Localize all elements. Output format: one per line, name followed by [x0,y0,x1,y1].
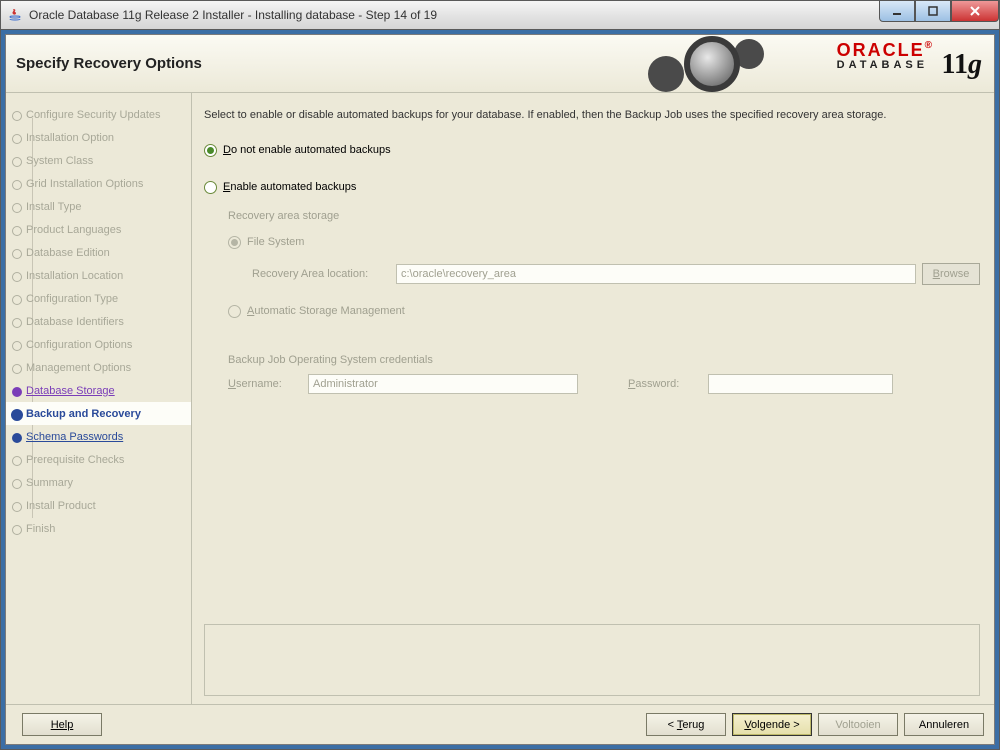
page-title: Specify Recovery Options [16,55,202,72]
sidebar-step-database-storage[interactable]: Database Storage [6,379,191,402]
sidebar-step-schema-passwords[interactable]: Schema Passwords [6,425,191,448]
sidebar-step-install-type: Install Type [6,195,191,218]
next-button[interactable]: Volgende > [732,713,812,736]
intro-text: Select to enable or disable automated ba… [204,107,980,124]
sidebar-step-backup-and-recovery: Backup and Recovery [6,402,191,425]
window-controls [879,1,999,29]
maximize-button[interactable] [915,0,951,22]
sidebar-step-prerequisite-checks: Prerequisite Checks [6,448,191,471]
radio-icon [228,305,241,318]
radio-enable-backups[interactable]: Enable automated backups [204,181,980,194]
window-title: Oracle Database 11g Release 2 Installer … [29,8,879,22]
section-credentials: Backup Job Operating System credentials [228,354,980,366]
password-label: Password: [628,378,698,390]
java-icon [7,7,23,23]
gears-graphic [656,35,764,93]
radio-icon [204,181,217,194]
version-11g: 11g [942,49,982,81]
radio-asm: Automatic Storage Management [228,305,980,318]
section-recovery-storage: Recovery area storage [228,210,980,222]
sidebar-step-configure-security-updates: Configure Security Updates [6,103,191,126]
password-input [708,374,893,394]
recovery-location-input [396,264,916,284]
help-button[interactable]: Help [22,713,102,736]
sidebar-step-system-class: System Class [6,149,191,172]
sidebar-step-grid-installation-options: Grid Installation Options [6,172,191,195]
recovery-location-row: Recovery Area location: Browse [252,263,980,285]
sidebar-step-database-identifiers: Database Identifiers [6,310,191,333]
recovery-location-label: Recovery Area location: [252,268,396,280]
wizard-header: Specify Recovery Options ORACLE® DATABAS… [6,35,994,93]
radio-icon [228,236,241,249]
finish-button: Voltooien [818,713,898,736]
radio-icon [204,144,217,157]
cancel-button[interactable]: Annuleren [904,713,984,736]
sidebar-step-management-options: Management Options [6,356,191,379]
sidebar-step-installation-option: Installation Option [6,126,191,149]
sidebar-step-finish: Finish [6,517,191,540]
close-button[interactable] [951,0,999,22]
sidebar-step-summary: Summary [6,471,191,494]
oracle-logo: ORACLE® DATABASE [837,40,934,71]
sidebar-step-install-product: Install Product [6,494,191,517]
step-sidebar: Configure Security UpdatesInstallation O… [6,93,192,704]
sidebar-step-product-languages: Product Languages [6,218,191,241]
sidebar-step-configuration-options: Configuration Options [6,333,191,356]
sidebar-step-configuration-type: Configuration Type [6,287,191,310]
username-label: Username: [228,378,298,390]
sidebar-step-database-edition: Database Edition [6,241,191,264]
radio-disable-backups[interactable]: Do not enable automated backups [204,144,980,157]
message-area [204,624,980,696]
titlebar[interactable]: Oracle Database 11g Release 2 Installer … [0,0,1000,30]
back-button[interactable]: < Terug [646,713,726,736]
wizard-footer: Help < Terug Volgende > Voltooien Annule… [6,704,994,744]
minimize-button[interactable] [879,0,915,22]
username-input [308,374,578,394]
main-panel: Select to enable or disable automated ba… [192,93,994,704]
radio-file-system: File System [228,236,980,249]
browse-button: Browse [922,263,980,285]
credentials-row: Username: Password: [228,374,980,394]
installer-window: Oracle Database 11g Release 2 Installer … [0,0,1000,750]
sidebar-step-installation-location: Installation Location [6,264,191,287]
